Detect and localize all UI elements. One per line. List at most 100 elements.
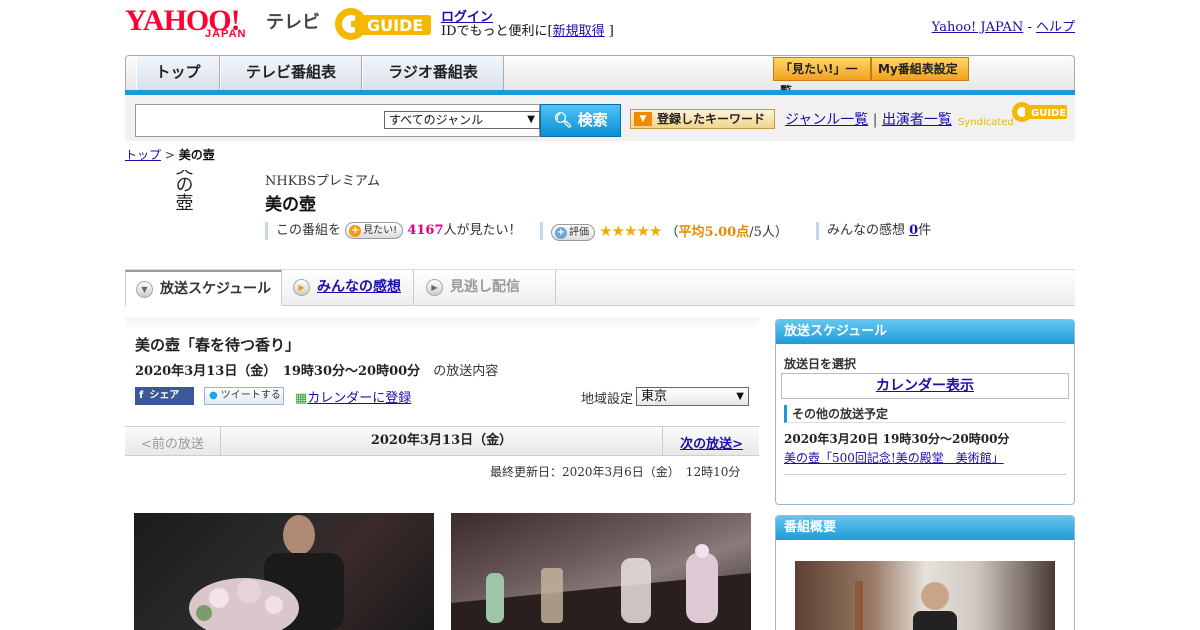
prev-broadcast: <前の放送 xyxy=(141,437,204,452)
episode-box: 美の壺「春を待つ香り」 2020年3月13日（金） 19時30分～20時00分 … xyxy=(125,318,759,428)
triangle-down-icon: ▼ xyxy=(634,112,652,126)
header-links: Yahoo! JAPAN - ヘルプ xyxy=(932,16,1075,35)
broadcast-pager: <前の放送 2020年3月13日（金） 次の放送> xyxy=(125,426,759,456)
search-link-separator: | xyxy=(872,112,878,128)
rating-open: （ xyxy=(665,225,679,240)
program-logo-image: 美の壺 xyxy=(173,157,194,211)
current-broadcast-date: 2020年3月13日（金） xyxy=(220,427,663,455)
chevron-down-icon: ▼ xyxy=(527,114,535,125)
mitai-info: この番組を + 見たい! 4167人が見たい！ xyxy=(265,222,522,240)
program-logo-text: 美の壺 xyxy=(173,170,194,211)
select-day-label: 放送日を選択 xyxy=(784,357,857,371)
mitai-button-label: 見たい! xyxy=(363,225,398,236)
rating-info: + 評価 ★★★★★ （平均5.00点/5人） xyxy=(540,222,788,241)
calendar-icon: ▦ xyxy=(295,391,308,406)
signup-link[interactable]: 新規取得 xyxy=(553,24,605,39)
plus-icon: + xyxy=(349,225,362,237)
main-nav: トップ テレビ番組表 ラジオ番組表 「見たい!」一覧 My番組表設定 xyxy=(125,55,1075,98)
episode-image-1 xyxy=(134,513,434,630)
registered-keyword-button[interactable]: ▼ 登録したキーワード xyxy=(630,109,775,129)
calendar-register[interactable]: ▦カレンダーに登録 xyxy=(295,387,411,406)
sidebar-schedule-heading: 放送スケジュール xyxy=(776,320,1074,344)
calendar-view-link[interactable]: カレンダー表示 xyxy=(876,378,974,394)
region-label: 地域設定 xyxy=(581,392,634,407)
chevron-down-icon: ▼ xyxy=(736,391,744,402)
search-bar: すべてのジャンル ▼ 🔍︎ 検索 ▼ 登録したキーワード ジャンル一覧 | 出演… xyxy=(125,95,1075,141)
program-logo: 美の壺 xyxy=(143,157,223,250)
gguide-small-logo: GUIDE xyxy=(1011,99,1067,125)
search-button[interactable]: 🔍︎ 検索 xyxy=(540,104,621,137)
episode-image-2-art xyxy=(451,544,751,630)
tab-catchup-streaming-label: 見逃し配信 xyxy=(450,279,520,295)
facebook-icon: f xyxy=(139,390,144,401)
calendar-view-button[interactable]: カレンダー表示 xyxy=(781,373,1069,399)
genre-list-link[interactable]: ジャンル一覧 xyxy=(785,112,868,128)
other-broadcast-link[interactable]: 美の壺「500回記念!美の殿堂 美術館」 xyxy=(784,449,1004,466)
episode-datetime-suffix: の放送内容 xyxy=(433,364,499,379)
program-summary-art xyxy=(855,581,957,630)
divider xyxy=(784,474,1066,475)
search-side-links: ジャンル一覧 | 出演者一覧 xyxy=(785,109,952,129)
nav-tab-top[interactable]: トップ xyxy=(136,56,220,91)
yahoo-japan-link[interactable]: Yahoo! JAPAN xyxy=(932,20,1024,35)
program-summary-image xyxy=(795,561,1055,630)
play-icon: ▶ xyxy=(426,279,443,296)
episode-datetime-value: 2020年3月13日（金） 19時30分～20時00分 xyxy=(135,364,421,379)
login-subtext: IDでもっと便利に[新規取得 ] xyxy=(441,20,614,39)
channel-name: NHKBSプレミアム xyxy=(265,174,380,189)
mitai-count: 4167 xyxy=(407,223,444,238)
registered-keyword-label: 登録したキーワード xyxy=(657,112,766,126)
genre-select[interactable]: すべてのジャンル ▼ xyxy=(384,111,540,129)
calendar-register-link[interactable]: カレンダーに登録 xyxy=(307,391,411,406)
rating-count: /5人） xyxy=(749,225,788,240)
sidebar-summary-box: 番組概要 xyxy=(775,515,1075,630)
facebook-share-button[interactable]: f シェア xyxy=(135,387,194,405)
episode-image-2 xyxy=(451,513,751,630)
mitai-prefix: この番組を xyxy=(276,223,342,238)
last-updated: 最終更新日：2020年3月6日（金） 12時10分 xyxy=(490,465,741,479)
program-title: 美の壺 xyxy=(265,195,316,215)
program-subtabs: ▼ 放送スケジュール ▶ みんなの感想 ▶ 見逃し配信 xyxy=(125,269,1075,306)
region-select[interactable]: 東京 ▼ xyxy=(636,387,749,406)
rate-button[interactable]: + 評価 xyxy=(551,224,595,241)
twitter-bird-icon: ● xyxy=(209,390,218,401)
performer-list-link[interactable]: 出演者一覧 xyxy=(882,112,952,128)
help-link[interactable]: ヘルプ xyxy=(1036,20,1075,35)
episode-image-1-art xyxy=(189,515,344,630)
tab-everyone-impressions-label: みんなの感想 xyxy=(317,279,401,295)
yahoo-japan-logo-text: JAPAN xyxy=(205,28,247,40)
breadcrumb: トップ > 美の壺 xyxy=(125,146,215,163)
mitai-button[interactable]: + 見たい! xyxy=(345,222,404,239)
mitai-list-button[interactable]: 「見たい!」一覧 xyxy=(773,57,871,98)
nav-tab-tv-schedule[interactable]: テレビ番組表 xyxy=(220,56,362,91)
kanso-count-link[interactable]: 0 xyxy=(909,223,918,238)
tab-broadcast-schedule[interactable]: ▼ 放送スケジュール xyxy=(125,270,282,306)
genre-selected-value: すべてのジャンル xyxy=(389,113,484,127)
facebook-share-label: シェア xyxy=(149,390,180,401)
next-broadcast-link[interactable]: 次の放送> xyxy=(680,433,743,452)
nav-tab-radio-schedule[interactable]: ラジオ番組表 xyxy=(362,56,504,91)
gguide-logo-text: GUIDE xyxy=(367,16,423,35)
play-icon: ▶ xyxy=(293,279,310,296)
kanso-unit: 件 xyxy=(918,223,932,238)
gguide-logo-icon: GUIDE xyxy=(335,8,431,40)
header-link-separator: - xyxy=(1027,20,1032,35)
episode-datetime: 2020年3月13日（金） 19時30分～20時00分 の放送内容 xyxy=(135,360,498,379)
breadcrumb-current: 美の壺 xyxy=(178,148,215,162)
tab-catchup-streaming[interactable]: ▶ 見逃し配信 xyxy=(416,270,556,306)
tv-label: テレビ xyxy=(266,12,320,33)
breadcrumb-top-link[interactable]: トップ xyxy=(125,148,161,162)
other-broadcast-time: 2020年3月20日 19時30分～20時00分 xyxy=(784,432,1010,446)
my-schedule-settings-button[interactable]: My番組表設定 xyxy=(871,57,969,81)
search-icon: 🔍︎ xyxy=(553,111,573,129)
tab-everyone-impressions[interactable]: ▶ みんなの感想 xyxy=(283,270,414,306)
tweet-button[interactable]: ● ツイートする xyxy=(204,387,284,405)
kanso-label: みんなの感想 xyxy=(827,223,906,238)
other-broadcasts-heading: その他の放送予定 xyxy=(784,405,1066,423)
kanso-info: みんなの感想 0件 xyxy=(816,222,931,240)
episode-title: 美の壺「春を待つ香り」 xyxy=(135,336,301,354)
gguide-logo[interactable]: GUIDE xyxy=(333,6,433,42)
gguide-small-text: GUIDE xyxy=(1031,108,1066,119)
rate-button-label: 評価 xyxy=(569,227,589,238)
region-selected-value: 東京 xyxy=(641,389,668,404)
